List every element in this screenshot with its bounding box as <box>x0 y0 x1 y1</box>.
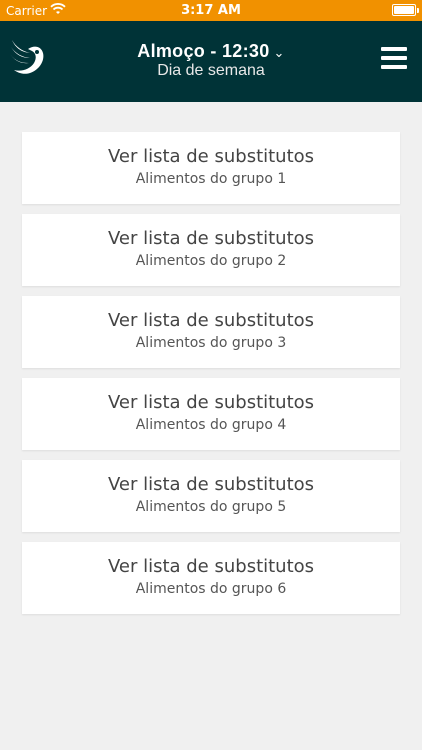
card-subtitle: Alimentos do grupo 5 <box>135 499 287 515</box>
card-title: Ver lista de substitutos <box>107 228 315 249</box>
substitutes-card-group-4[interactable]: Ver lista de substitutos Alimentos do gr… <box>22 378 400 450</box>
status-time: 3:17 AM <box>181 3 241 18</box>
substitutes-card-group-1[interactable]: Ver lista de substitutos Alimentos do gr… <box>22 132 400 204</box>
header-title-block[interactable]: Almoço - 12:30 ⌄ Dia de semana <box>80 41 342 80</box>
card-subtitle: Alimentos do grupo 6 <box>135 581 287 597</box>
card-subtitle: Alimentos do grupo 3 <box>135 335 287 351</box>
status-bar: Carrier 3:17 AM <box>0 0 422 21</box>
card-subtitle: Alimentos do grupo 2 <box>135 253 287 269</box>
meal-selector[interactable]: Almoço - 12:30 ⌄ <box>80 41 342 62</box>
card-title: Ver lista de substitutos <box>107 146 315 167</box>
header-bar: Almoço - 12:30 ⌄ Dia de semana <box>0 21 422 102</box>
card-title: Ver lista de substitutos <box>107 474 315 495</box>
card-subtitle: Alimentos do grupo 4 <box>135 417 287 433</box>
hamburger-menu-icon[interactable] <box>381 47 409 73</box>
page-subtitle: Dia de semana <box>157 62 265 79</box>
card-title: Ver lista de substitutos <box>107 556 315 577</box>
page-title: Almoço - 12:30 <box>137 41 270 61</box>
substitutes-card-group-3[interactable]: Ver lista de substitutos Alimentos do gr… <box>22 296 400 368</box>
card-subtitle: Alimentos do grupo 1 <box>135 171 287 187</box>
substitutes-list: Ver lista de substitutos Alimentos do gr… <box>22 132 400 624</box>
chevron-down-icon: ⌄ <box>273 45 285 60</box>
substitutes-card-group-5[interactable]: Ver lista de substitutos Alimentos do gr… <box>22 460 400 532</box>
bird-logo-icon[interactable] <box>8 37 46 77</box>
substitutes-card-group-6[interactable]: Ver lista de substitutos Alimentos do gr… <box>22 542 400 614</box>
battery-icon <box>392 4 419 16</box>
substitutes-card-group-2[interactable]: Ver lista de substitutos Alimentos do gr… <box>22 214 400 286</box>
card-title: Ver lista de substitutos <box>107 392 315 413</box>
card-title: Ver lista de substitutos <box>107 310 315 331</box>
